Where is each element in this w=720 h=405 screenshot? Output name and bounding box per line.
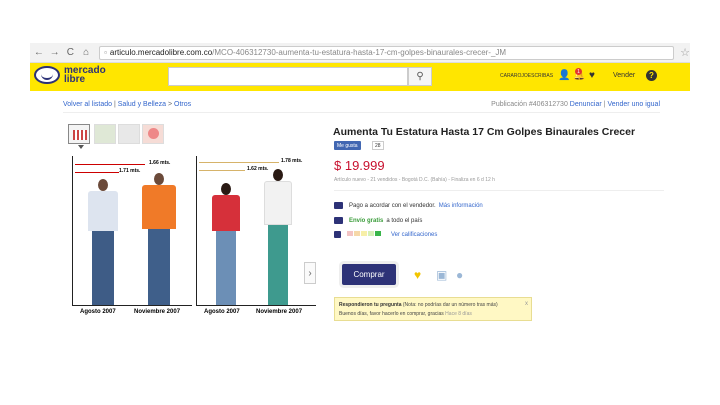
home-icon[interactable]: ⌂	[79, 46, 93, 60]
image-caption: Noviembre 2007	[256, 309, 303, 315]
address-bar[interactable]: ▫ articulo.mercadolibre.com.co/MCO-40631…	[99, 45, 675, 60]
before-after-panel-women: 1.62 mts. 1.78 mts.	[196, 156, 316, 306]
reputation-bar	[347, 231, 382, 238]
image-caption: Agosto 2007	[204, 309, 240, 315]
answer-notification[interactable]: x Respondieron tu pregunta (Nota: no pod…	[334, 297, 532, 321]
thumbnail-image	[73, 130, 87, 140]
search-icon: ⚲	[416, 71, 424, 82]
gallery-thumbnail-2[interactable]	[94, 124, 116, 144]
report-link[interactable]: Denunciar	[570, 101, 602, 108]
share-icon[interactable]: ▣	[436, 268, 447, 282]
payment-more-info-link[interactable]: Más información	[439, 203, 483, 209]
notification-body: Buenos días, favor hacerlo en comprar, g…	[339, 311, 444, 317]
logo-text-line2: libre	[64, 74, 86, 85]
seller-icon	[334, 231, 341, 238]
mercadolibre-logo[interactable]: mercado libre	[34, 66, 106, 85]
question-bubble-icon[interactable]: ●	[456, 268, 463, 282]
gallery-next-button[interactable]: ›	[304, 262, 316, 284]
height-label: 1.71 mts.	[119, 168, 141, 174]
publication-info: Publicación #406312730 Denunciar | Vende…	[491, 101, 660, 108]
image-caption: Noviembre 2007	[134, 309, 181, 315]
view-ratings-link[interactable]: Ver calificaciones	[391, 232, 437, 238]
facebook-like-button[interactable]: Me gusta	[334, 141, 361, 150]
publication-number: Publicación #406312730	[491, 101, 568, 108]
breadcrumb-separator: |	[113, 101, 116, 108]
gallery-thumbnail-3[interactable]	[118, 124, 140, 144]
facebook-like-label: Me gusta	[337, 142, 358, 149]
page-icon: ▫	[104, 48, 107, 57]
product-price: $ 19.999	[334, 158, 385, 173]
height-label: 1.66 mts.	[149, 160, 171, 166]
person-figure	[209, 183, 243, 305]
free-shipping-label: Envío gratis	[349, 217, 384, 224]
person-figure	[139, 173, 179, 305]
back-to-list-link[interactable]: Volver al listado	[63, 101, 112, 108]
user-name[interactable]: CARAROJOESCRIBAS	[500, 73, 553, 79]
gallery-thumbnail-1[interactable]	[68, 124, 90, 149]
credit-card-icon	[334, 202, 343, 209]
gallery-thumbnail-4[interactable]	[142, 124, 164, 144]
truck-icon	[334, 217, 343, 224]
reload-icon[interactable]: C	[64, 46, 78, 60]
thumbnail-image	[148, 128, 159, 139]
height-line	[75, 164, 145, 165]
browser-toolbar: ← → C ⌂ ▫ articulo.mercadolibre.com.co/M…	[30, 43, 690, 63]
help-icon[interactable]: ?	[646, 70, 657, 81]
forward-arrow-icon[interactable]: →	[48, 46, 62, 60]
like-count: 28	[372, 141, 384, 150]
url-path: /MCO-406312730-aumenta-tu-estatura-hasta…	[212, 48, 507, 57]
search-button[interactable]: ⚲	[408, 67, 432, 86]
notification-time: Hace 8 días	[445, 311, 472, 317]
back-arrow-icon[interactable]: ←	[32, 46, 46, 60]
buy-button[interactable]: Comprar	[342, 264, 396, 285]
height-line	[199, 170, 245, 171]
breadcrumb-category[interactable]: Salud y Belleza	[118, 101, 166, 108]
seller-reputation: Ver calificaciones	[334, 231, 437, 238]
user-icon[interactable]: 👤	[558, 70, 570, 81]
product-title: Aumenta Tu Estatura Hasta 17 Cm Golpes B…	[333, 126, 636, 138]
height-label: 1.78 mts.	[281, 158, 303, 164]
product-main-image[interactable]: 1.66 mts. 1.71 mts. Agosto 2007 Noviembr…	[68, 152, 318, 357]
notification-title: Respondieron tu pregunta	[339, 302, 402, 308]
handshake-icon	[34, 66, 60, 84]
shipping-info: Envío gratis a todo el país	[334, 217, 422, 224]
breadcrumb-separator: >	[167, 101, 173, 108]
favorite-heart-icon[interactable]: ♥	[414, 268, 421, 282]
notification-badge: 1	[575, 68, 582, 75]
sell-link[interactable]: Vender	[613, 72, 635, 79]
before-after-panel-men: 1.66 mts. 1.71 mts.	[72, 156, 192, 306]
height-line	[75, 172, 119, 173]
search-input[interactable]	[168, 67, 408, 86]
person-figure	[261, 169, 295, 305]
height-line	[199, 162, 279, 163]
close-icon[interactable]: x	[525, 300, 528, 309]
separator: |	[603, 101, 606, 108]
shipping-text: a todo el país	[386, 217, 423, 224]
person-figure	[85, 179, 121, 305]
breadcrumb-subcategory[interactable]: Otros	[174, 101, 191, 108]
notification-hint: (Nota: no podrías dar un número tras más…	[402, 302, 498, 308]
image-caption: Agosto 2007	[80, 309, 116, 315]
payment-text: Pago a acordar con el vendedor.	[349, 202, 436, 209]
breadcrumb: Volver al listado | Salud y Belleza > Ot…	[63, 101, 191, 108]
sell-same-link[interactable]: Vender uno igual	[607, 101, 660, 108]
chevron-right-icon: ›	[308, 267, 312, 279]
divider	[334, 190, 664, 191]
divider	[63, 112, 660, 113]
favorites-heart-icon[interactable]: ♥	[589, 70, 595, 81]
bookmark-star-icon[interactable]: ☆	[680, 46, 690, 59]
product-subinfo: Artículo nuevo - 21 vendidos - Bogotá D.…	[334, 177, 495, 183]
url-host: articulo.mercadolibre.com.co	[109, 48, 213, 57]
payment-info: Pago a acordar con el vendedor. Más info…	[334, 202, 483, 209]
selected-indicator	[78, 145, 84, 149]
